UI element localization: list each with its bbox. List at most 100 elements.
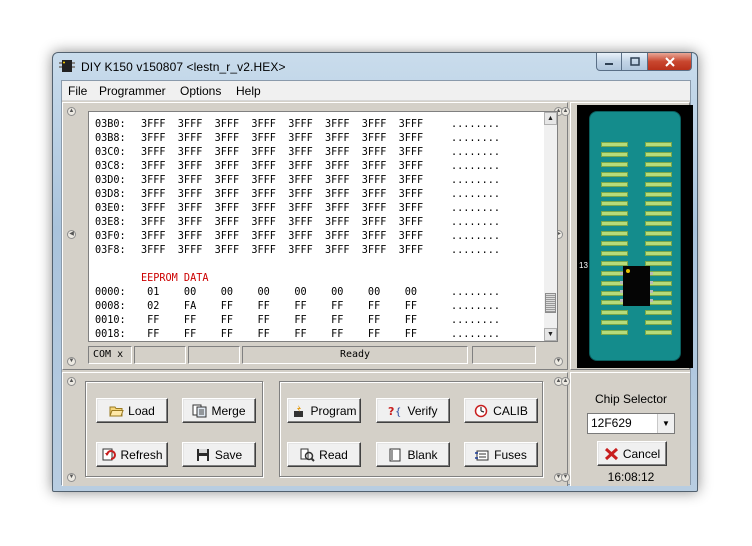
scroll-down-icon[interactable]: ▼ [544,328,557,341]
eeprom-data-heading: EEPROM DATA [141,273,209,284]
socket-pin [601,171,628,177]
splitter-down-icon[interactable]: ▼ [67,357,76,366]
menu-programmer[interactable]: Programmer [99,84,166,98]
save-button[interactable]: Save [182,442,256,467]
socket-pin [645,320,672,326]
verify-icon: ?{ [388,405,401,418]
refresh-button[interactable]: Refresh [96,442,168,467]
side-up-icon[interactable]: ▲ [561,377,570,386]
fuses-button[interactable]: Fuses [464,442,538,467]
socket-pin [645,250,672,256]
hex-address: 03C0: [95,147,126,158]
hex-bytes: 02 FA FF FF FF FF FF FF [141,301,418,312]
socket-pin [645,211,672,217]
cancel-button[interactable]: Cancel [597,441,667,466]
socket-pin [601,201,628,207]
socket-pin [601,330,628,336]
program-label: Program [310,403,357,418]
status-cell-empty-1 [134,346,186,364]
minimize-icon [605,62,613,65]
socket-pin [601,151,628,157]
refresh-label: Refresh [120,447,163,462]
scroll-up-icon[interactable]: ▲ [544,112,557,125]
hex-address: 03F0: [95,231,126,242]
blank-check-icon [389,448,401,461]
hex-address: 03D0: [95,175,126,186]
merge-button[interactable]: Merge [182,398,256,423]
menu-file[interactable]: File [68,84,87,98]
hex-bytes: 3FFF 3FFF 3FFF 3FFF 3FFF 3FFF 3FFF 3FFF [141,119,424,130]
side-down-icon[interactable]: ▼ [561,473,570,482]
chip-app-icon [59,60,75,72]
socket-pin [645,191,672,197]
verify-button[interactable]: ?{ Verify [376,398,450,423]
hex-address: 03F8: [95,245,126,256]
load-button[interactable]: Load [96,398,168,423]
blank-button[interactable]: Blank [376,442,450,467]
chip-panel-up-icon[interactable]: ▲ [561,107,570,116]
socket-view: 13 [577,105,693,368]
program-chip-icon [294,404,304,417]
socket-pin [645,171,672,177]
calib-label: CALIB [493,403,528,418]
verify-label: Verify [407,403,438,418]
chip-selector-dropdown[interactable]: 12F629 ▼ [587,413,675,434]
hex-ascii: ........ [451,315,501,326]
hex-address: 03E8: [95,217,126,228]
title-bar[interactable]: DIY K150 v150807 <lestn_r_v2.HEX> [53,53,697,79]
chip-selector-value: 12F629 [591,416,632,430]
window-title: DIY K150 v150807 <lestn_r_v2.HEX> [81,60,286,74]
cancel-label: Cancel [622,446,661,461]
hex-view[interactable]: 03B0: 3FFF 3FFF 3FFF 3FFF 3FFF 3FFF 3FFF … [88,111,544,342]
close-button[interactable] [648,53,692,71]
hex-bytes: FF FF FF FF FF FF FF FF [141,329,418,340]
socket-pin [601,211,628,217]
hex-bytes: 3FFF 3FFF 3FFF 3FFF 3FFF 3FFF 3FFF 3FFF [141,217,424,228]
hex-panel: ▲ ◀ ▼ ▲ ▶ ▼ 03B0: 3FFF 3FFF 3FFF 3FFF 3FF… [62,102,568,370]
hex-bytes: 3FFF 3FFF 3FFF 3FFF 3FFF 3FFF 3FFF 3FFF [141,203,424,214]
folder-open-icon [109,406,124,416]
app-window: DIY K150 v150807 <lestn_r_v2.HEX> File P… [52,52,698,492]
socket-pin [645,151,672,157]
button-panel: ▲ ▼ ▲ ▼ Load Merge Refresh Save Program … [62,372,568,486]
hex-ascii: ........ [451,217,501,228]
socket-pin [645,241,672,246]
chevron-down-icon[interactable]: ▼ [657,414,674,433]
status-bar: COM x Ready [88,346,558,364]
bottom-down-icon[interactable]: ▼ [67,473,76,482]
hex-ascii: ........ [451,231,501,242]
socket-pin [645,181,672,187]
socket-pin [601,320,628,326]
chip-selector-panel: ▲ ▼ Chip Selector 12F629 ▼ Cancel 16:08:… [561,372,690,486]
pin1-dot [626,269,630,273]
socket-pin [601,181,628,187]
socket-pin [601,310,628,316]
scroll-thumb[interactable] [545,293,556,313]
bottom-up-icon[interactable]: ▲ [67,377,76,386]
splitter-left-icon[interactable]: ◀ [67,230,76,239]
hex-scrollbar[interactable]: ▲ ▼ [544,111,558,342]
calib-button[interactable]: CALIB [464,398,538,423]
hex-bytes: 01 00 00 00 00 00 00 00 [141,287,418,298]
maximize-button[interactable] [622,53,648,71]
hex-ascii: ........ [451,175,501,186]
hex-ascii: ........ [451,147,501,158]
hex-bytes: FF FF FF FF FF FF FF FF [141,315,418,326]
document-merge-icon [192,404,207,417]
hex-address: 03E0: [95,203,126,214]
socket-pin [601,161,628,167]
minimize-button[interactable] [596,53,622,71]
read-button[interactable]: Read [287,442,361,467]
program-button[interactable]: Program [287,398,361,423]
menu-help[interactable]: Help [236,84,261,98]
hex-ascii: ........ [451,189,501,200]
socket-pin [601,241,628,246]
fuses-label: Fuses [494,447,527,462]
socket-pin [601,191,628,197]
zif-socket [589,111,681,361]
menu-options[interactable]: Options [180,84,221,98]
hex-address: 0018: [95,329,126,340]
refresh-icon [102,448,117,460]
splitter-up-icon[interactable]: ▲ [67,107,76,116]
svg-text:{: { [395,407,401,418]
